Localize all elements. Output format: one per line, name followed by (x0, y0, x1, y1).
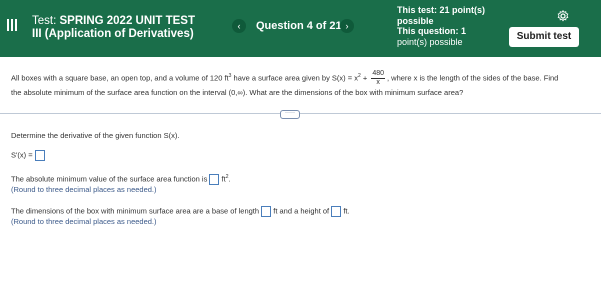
round-hint-1: (Round to three decimal places as needed… (11, 185, 157, 194)
min-value-suffix: . (228, 174, 231, 184)
problem-text-3: + (360, 73, 370, 83)
problem-text-2: have a surface area given by S(x) = x (231, 73, 358, 83)
derivative-label: S'(x) = (11, 150, 33, 160)
question-counter: Question 4 of 21 (256, 20, 342, 32)
problem-statement: All boxes with a square base, an open to… (11, 66, 596, 109)
base-length-input[interactable] (261, 206, 272, 217)
dimensions-row: The dimensions of the box with minimum s… (11, 206, 350, 217)
submit-test-button[interactable]: Submit test (509, 27, 579, 47)
menu-icon[interactable] (6, 18, 18, 32)
dims-prefix: The dimensions of the box with minimum s… (11, 206, 260, 216)
problem-text-line2: the absolute minimum of the surface area… (11, 87, 464, 97)
question-points: point(s) possible (397, 36, 463, 47)
test-title: Test: SPRING 2022 UNIT TEST III (Applica… (32, 15, 195, 41)
min-value-row: The absolute minimum value of the surfac… (11, 174, 231, 186)
problem-text-1: All boxes with a square base, an open to… (11, 73, 229, 83)
test-title-line1: SPRING 2022 UNIT TEST (59, 15, 195, 27)
min-value-input[interactable] (209, 174, 220, 186)
previous-question-button[interactable]: ‹ (232, 19, 246, 33)
derivative-input[interactable] (34, 150, 45, 161)
round-hint-2: (Round to three decimal places as needed… (11, 217, 157, 226)
derivative-row: S'(x) = (11, 150, 45, 161)
question-points-label: This question: 1 (397, 26, 467, 36)
test-prefix: Test: (32, 15, 60, 27)
height-input[interactable] (331, 206, 342, 217)
dims-mid: ft and a height of (273, 206, 330, 216)
top-bar: Test: SPRING 2022 UNIT TEST III (Applica… (0, 0, 601, 57)
points-info: This test: 21 point(s) possible This que… (397, 5, 507, 47)
test-points: This test: 21 point(s) possible (397, 5, 486, 26)
test-title-line2: III (Application of Derivatives) (32, 28, 194, 40)
gear-icon[interactable] (557, 10, 569, 22)
fraction: 480 x (371, 70, 385, 87)
fraction-denominator: x (376, 79, 380, 87)
min-value-prefix: The absolute minimum value of the surfac… (11, 174, 208, 184)
problem-text-4: , where x is the length of the sides of … (387, 73, 559, 83)
expand-more-button[interactable]: ····· (280, 110, 300, 119)
fraction-numerator: 480 (371, 70, 385, 80)
next-question-button[interactable]: › (340, 19, 354, 33)
divider (0, 113, 601, 114)
dims-unit: ft. (343, 206, 350, 216)
derivative-prompt: Determine the derivative of the given fu… (11, 131, 180, 140)
